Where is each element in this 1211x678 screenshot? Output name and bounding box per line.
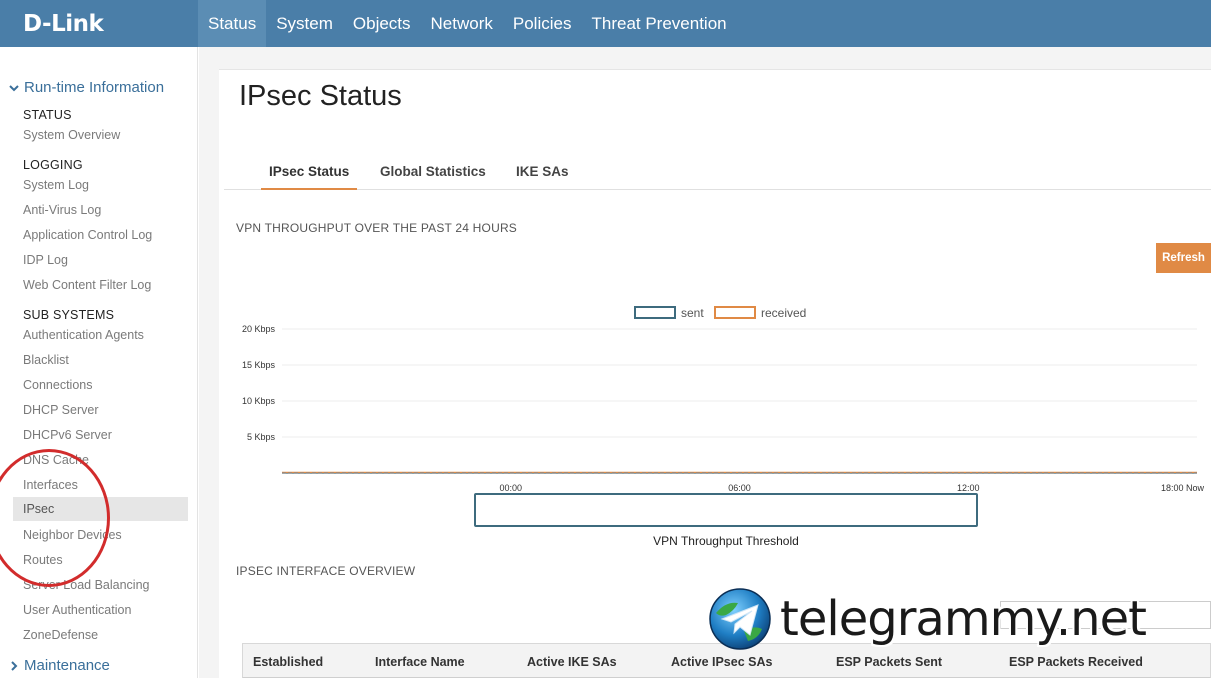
y-tick-label: 5 Kbps — [247, 432, 276, 442]
sidebar-group-logging: LOGGING — [23, 158, 83, 172]
sidebar-item-routes[interactable]: Routes — [23, 553, 63, 567]
chevron-right-icon — [11, 660, 18, 671]
watermark-text: telegrammy.net — [780, 591, 1147, 647]
nav-network[interactable]: Network — [421, 0, 503, 47]
nav-policies[interactable]: Policies — [503, 0, 582, 47]
sidebar-item-idp-log[interactable]: IDP Log — [23, 253, 68, 267]
sidebar-item-interfaces[interactable]: Interfaces — [23, 478, 78, 492]
sidebar-item-zonedefense[interactable]: ZoneDefense — [23, 628, 98, 642]
y-tick-label: 15 Kbps — [242, 360, 276, 370]
sidebar-item-server-load-balancing[interactable]: Server Load Balancing — [23, 578, 149, 592]
chevron-down-icon — [9, 84, 19, 91]
x-tick-label: 12:00 — [957, 483, 980, 493]
sidebar-item-neighbor-devices[interactable]: Neighbor Devices — [23, 528, 122, 542]
content-gutter — [199, 47, 219, 678]
refresh-button[interactable]: Refresh — [1156, 243, 1211, 273]
nav-status[interactable]: Status — [198, 0, 267, 47]
column-active-ike-sas[interactable]: Active IKE SAs — [527, 655, 617, 669]
y-tick-label: 20 Kbps — [242, 324, 276, 334]
tab-global-statistics[interactable]: Global Statistics — [372, 160, 494, 190]
sidebar-item-application-control-log[interactable]: Application Control Log — [23, 228, 152, 242]
sidebar-item-dhcp-server[interactable]: DHCP Server — [23, 403, 98, 417]
watermark: telegrammy.net — [708, 585, 1203, 653]
main-content: IPsec Status IPsec Status Global Statist… — [219, 47, 1211, 678]
legend-label-sent: sent — [681, 306, 704, 320]
interface-overview-title: IPSEC INTERFACE OVERVIEW — [236, 564, 416, 578]
sidebar: Run-time Information STATUS System Overv… — [0, 47, 198, 678]
sidebar-item-blacklist[interactable]: Blacklist — [23, 353, 69, 367]
legend-swatch-sent — [634, 306, 676, 319]
sidebar-group-subsystems: SUB SYSTEMS — [23, 308, 115, 322]
sidebar-item-system-overview[interactable]: System Overview — [23, 128, 120, 142]
sidebar-item-ipsec[interactable]: IPsec — [13, 497, 188, 521]
telegram-globe-icon — [709, 588, 771, 650]
sidebar-group-status: STATUS — [23, 108, 72, 122]
sidebar-item-web-content-filter-log[interactable]: Web Content Filter Log — [23, 278, 151, 292]
column-interface-name[interactable]: Interface Name — [375, 655, 465, 669]
sidebar-section-label: Run-time Information — [24, 79, 165, 96]
nav-system[interactable]: System — [266, 0, 343, 47]
x-tick-label: 00:00 — [499, 483, 522, 493]
legend-swatch-received — [714, 306, 756, 319]
main-nav: Status System Objects Network Policies T… — [198, 0, 737, 47]
throughput-chart: sent received 20 Kbps 15 Kbps 10 Kbps 5 Kbps 0… — [242, 306, 1205, 493]
column-esp-packets-sent[interactable]: ESP Packets Sent — [836, 655, 942, 669]
y-tick-label: 10 Kbps — [242, 396, 276, 406]
column-established[interactable]: Established — [253, 655, 323, 669]
column-active-ipsec-sas[interactable]: Active IPsec SAs — [671, 655, 772, 669]
tab-bar: IPsec Status Global Statistics IKE SAs — [224, 160, 1211, 190]
throughput-section-title: VPN THROUGHPUT OVER THE PAST 24 HOURS — [236, 221, 518, 235]
x-tick-label: 18:00 Now — [1161, 483, 1205, 493]
sidebar-section-runtime[interactable]: Run-time Information — [8, 79, 164, 96]
nav-objects[interactable]: Objects — [343, 0, 421, 47]
dlink-logo[interactable]: D-Link — [0, 0, 198, 47]
page-title: IPsec Status — [239, 80, 402, 112]
column-esp-packets-received[interactable]: ESP Packets Received — [1009, 655, 1143, 669]
sidebar-item-user-authentication[interactable]: User Authentication — [23, 603, 131, 617]
sidebar-item-system-log[interactable]: System Log — [23, 178, 89, 192]
sidebar-item-dhcpv6-server[interactable]: DHCPv6 Server — [23, 428, 112, 442]
vpn-throughput-threshold-label: VPN Throughput Threshold — [653, 534, 799, 548]
vpn-throughput-threshold-bar[interactable] — [474, 493, 978, 527]
tab-ike-sas[interactable]: IKE SAs — [508, 160, 577, 190]
sidebar-item-anti-virus-log[interactable]: Anti-Virus Log — [23, 203, 101, 217]
sidebar-item-connections[interactable]: Connections — [23, 378, 93, 392]
legend-label-received: received — [761, 306, 806, 320]
sidebar-item-dns-cache[interactable]: DNS Cache — [23, 453, 89, 467]
sidebar-section-maintenance[interactable]: Maintenance — [8, 657, 110, 674]
nav-threat-prevention[interactable]: Threat Prevention — [581, 0, 736, 47]
tab-ipsec-status[interactable]: IPsec Status — [261, 160, 358, 190]
sidebar-item-authentication-agents[interactable]: Authentication Agents — [23, 328, 144, 342]
sidebar-section-label: Maintenance — [24, 657, 110, 674]
top-bar: D-Link Status System Objects Network Pol… — [0, 0, 1211, 47]
x-tick-label: 06:00 — [728, 483, 751, 493]
